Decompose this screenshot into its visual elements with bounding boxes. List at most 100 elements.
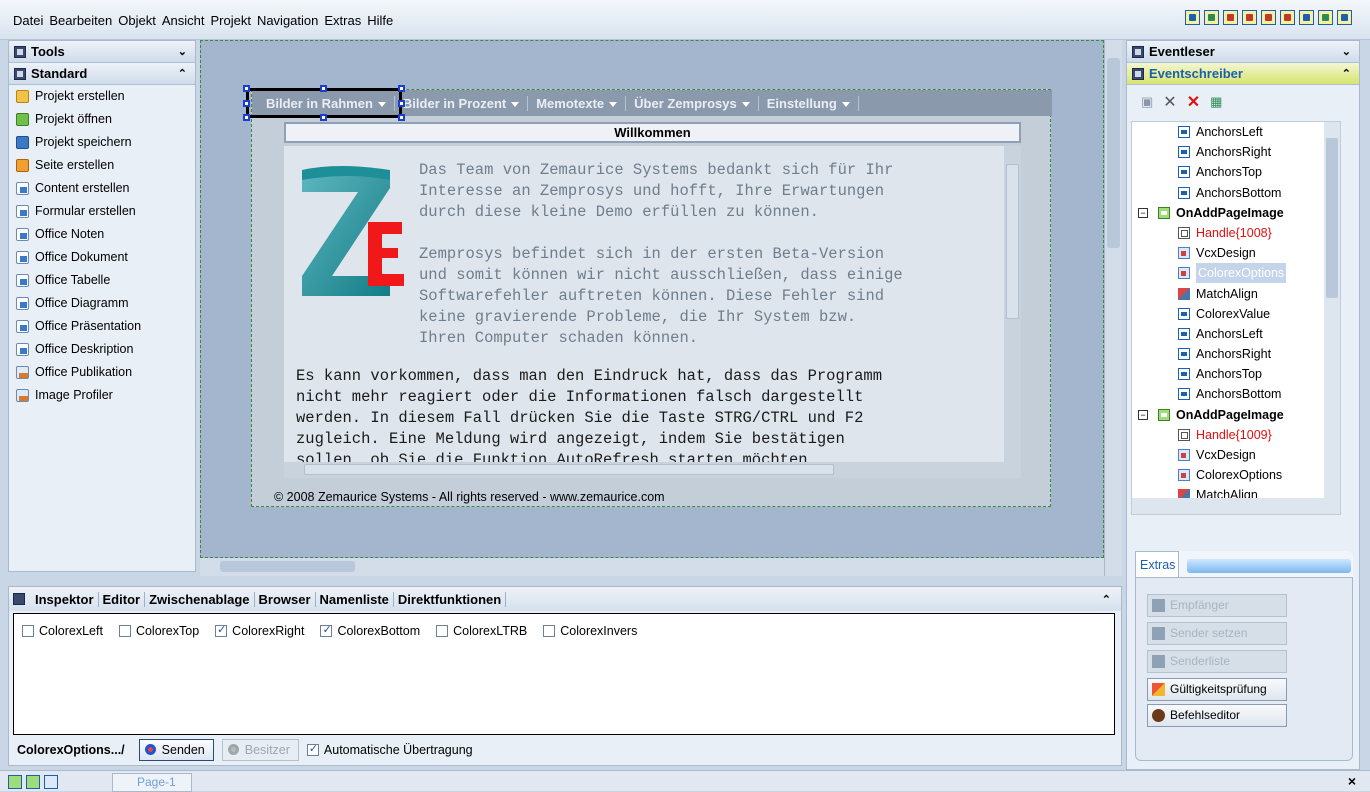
event-tree[interactable]: AnchorsLeft AnchorsRight AnchorsTop Anchors… bbox=[1131, 121, 1341, 515]
film-icon[interactable] bbox=[1299, 10, 1314, 25]
tool-projekt-speichern[interactable]: Projekt speichern bbox=[9, 131, 195, 154]
tree-property-node[interactable]: ColorexOptions bbox=[1132, 263, 1340, 284]
scroll-thumb[interactable] bbox=[1107, 58, 1120, 248]
chevron-up-icon[interactable]: ⌃ bbox=[178, 63, 187, 85]
canvas-vertical-scrollbar[interactable] bbox=[1104, 40, 1122, 576]
tool-office-praesentation[interactable]: Office Präsentation bbox=[9, 315, 195, 338]
tools-header[interactable]: Tools ⌄ bbox=[9, 41, 195, 63]
tool-seite-erstellen[interactable]: Seite erstellen bbox=[9, 154, 195, 177]
tab-inspektor[interactable]: Inspektor bbox=[31, 591, 99, 607]
empfaenger-button[interactable]: Empfänger bbox=[1147, 594, 1287, 617]
tool-image-profiler[interactable]: Image Profiler bbox=[9, 384, 195, 407]
menu-navigation[interactable]: Navigation bbox=[254, 13, 321, 28]
gueltigkeitspruefung-button[interactable]: Gültigkeitsprüfung bbox=[1147, 678, 1287, 701]
view-icon[interactable] bbox=[1185, 10, 1200, 25]
tree-horizontal-scrollbar[interactable] bbox=[1132, 498, 1340, 514]
tree-property-node[interactable]: Handle{1009} bbox=[1132, 425, 1340, 445]
resize-handle[interactable] bbox=[320, 114, 327, 121]
page-view-icon[interactable] bbox=[44, 775, 58, 789]
page-tab[interactable]: Page-1 bbox=[112, 773, 192, 792]
tool-office-noten[interactable]: Office Noten bbox=[9, 223, 195, 246]
help-icon[interactable] bbox=[1337, 10, 1352, 25]
resize-handle[interactable] bbox=[398, 100, 405, 107]
chevron-up-icon[interactable]: ⌃ bbox=[1342, 63, 1351, 85]
menu-ansicht[interactable]: Ansicht bbox=[159, 13, 208, 28]
nav-ueber-zemprosys[interactable]: Über Zemprosys bbox=[626, 95, 759, 111]
senden-button[interactable]: Senden bbox=[138, 739, 214, 761]
tool-content-erstellen[interactable]: Content erstellen bbox=[9, 177, 195, 200]
page-frame[interactable]: Bilder in Rahmen Bilder in Prozent Memot… bbox=[243, 85, 1052, 507]
tab-editor[interactable]: Editor bbox=[99, 591, 146, 607]
auto-transfer-checkbox[interactable]: Automatische Übertragung bbox=[306, 742, 473, 757]
tree-property-node[interactable]: VcxDesign bbox=[1132, 243, 1340, 263]
chevron-up-icon[interactable]: ⌃ bbox=[1102, 593, 1111, 606]
content-vertical-scrollbar[interactable] bbox=[1004, 146, 1021, 462]
resize-handle[interactable] bbox=[398, 85, 405, 92]
tab-direktfunktionen[interactable]: Direktfunktionen bbox=[394, 591, 507, 607]
check-mark-icon[interactable] bbox=[1318, 10, 1333, 25]
colorex-bottom-checkbox[interactable]: ColorexBottom bbox=[320, 623, 420, 638]
content-horizontal-scrollbar[interactable] bbox=[284, 462, 1021, 478]
tree-vertical-scrollbar[interactable] bbox=[1324, 122, 1340, 500]
report-icon[interactable] bbox=[1280, 10, 1295, 25]
tool-projekt-oeffnen[interactable]: Projekt öffnen bbox=[9, 108, 195, 131]
tree-property-node[interactable]: AnchorsRight bbox=[1132, 142, 1340, 162]
close-icon[interactable]: × bbox=[1348, 773, 1356, 789]
collapse-icon[interactable]: − bbox=[1138, 207, 1148, 218]
tab-namenliste[interactable]: Namenliste bbox=[316, 591, 394, 607]
tree-property-node[interactable]: VcxDesign bbox=[1132, 445, 1340, 465]
scroll-thumb[interactable] bbox=[304, 464, 834, 475]
nav-bilder-in-prozent[interactable]: Bilder in Prozent bbox=[395, 95, 529, 111]
tree-property-node[interactable]: ColorexOptions bbox=[1132, 465, 1340, 485]
colorex-ltrb-checkbox[interactable]: ColorexLTRB bbox=[436, 624, 527, 638]
tree-property-node[interactable]: AnchorsTop bbox=[1132, 364, 1340, 384]
menu-projekt[interactable]: Projekt bbox=[207, 13, 253, 28]
canvas-horizontal-scrollbar[interactable] bbox=[200, 558, 1104, 576]
colorex-left-checkbox[interactable]: ColorexLeft bbox=[22, 624, 103, 638]
nav-einstellung[interactable]: Einstellung bbox=[759, 95, 859, 111]
tree-event-node[interactable]: − OnAddPageImage bbox=[1132, 405, 1340, 425]
chevron-down-icon[interactable]: ⌄ bbox=[178, 41, 187, 63]
resize-handle[interactable] bbox=[243, 100, 250, 107]
delete-icon[interactable]: ✕ bbox=[1187, 92, 1200, 112]
befehlseditor-button[interactable]: Befehlseditor bbox=[1147, 704, 1287, 727]
tab-zwischenablage[interactable]: Zwischenablage bbox=[145, 591, 255, 607]
flag-icon[interactable] bbox=[1261, 10, 1276, 25]
resize-handle[interactable] bbox=[320, 85, 327, 92]
tool-office-deskription[interactable]: Office Deskription bbox=[9, 338, 195, 361]
sender-setzen-button[interactable]: Sender setzen bbox=[1147, 622, 1287, 645]
besitzer-button[interactable]: Besitzer bbox=[221, 739, 299, 761]
tool-office-tabelle[interactable]: Office Tabelle bbox=[9, 269, 195, 292]
tree-property-node[interactable]: AnchorsTop bbox=[1132, 162, 1340, 182]
tool-projekt-erstellen[interactable]: Projekt erstellen bbox=[9, 85, 195, 108]
copy-icon[interactable]: ▣ bbox=[1141, 94, 1153, 110]
menu-extras[interactable]: Extras bbox=[321, 13, 364, 28]
layout-icon[interactable] bbox=[1223, 10, 1238, 25]
tool-formular-erstellen[interactable]: Formular erstellen bbox=[9, 200, 195, 223]
target-icon[interactable] bbox=[1242, 10, 1257, 25]
design-canvas[interactable]: Bilder in Rahmen Bilder in Prozent Memot… bbox=[200, 40, 1104, 558]
selection-box[interactable] bbox=[243, 85, 405, 121]
cross-icon[interactable]: ✕ bbox=[1163, 92, 1176, 112]
senderliste-button[interactable]: Senderliste bbox=[1147, 650, 1287, 673]
resize-handle[interactable] bbox=[398, 114, 405, 121]
tool-office-publikation[interactable]: Office Publikation bbox=[9, 361, 195, 384]
tree-property-node[interactable]: AnchorsRight bbox=[1132, 344, 1340, 364]
colorex-right-checkbox[interactable]: ColorexRight bbox=[215, 623, 304, 638]
colorex-invers-checkbox[interactable]: ColorexInvers bbox=[543, 624, 637, 638]
tree-property-node[interactable]: MatchAlign bbox=[1132, 284, 1340, 304]
layout-icon[interactable] bbox=[26, 775, 40, 789]
tree-property-node[interactable]: AnchorsLeft bbox=[1132, 122, 1340, 142]
resize-handle[interactable] bbox=[243, 85, 250, 92]
scroll-thumb[interactable] bbox=[1326, 138, 1338, 298]
scroll-thumb[interactable] bbox=[220, 561, 355, 572]
scroll-thumb[interactable] bbox=[1006, 164, 1019, 319]
standard-header[interactable]: Standard ⌃ bbox=[9, 63, 195, 85]
resize-handle[interactable] bbox=[243, 114, 250, 121]
menu-bearbeiten[interactable]: Bearbeiten bbox=[46, 13, 115, 28]
nav-memotexte[interactable]: Memotexte bbox=[528, 95, 627, 111]
tool-office-diagramm[interactable]: Office Diagramm bbox=[9, 292, 195, 315]
eventschreiber-header[interactable]: Eventschreiber ⌃ bbox=[1127, 63, 1359, 85]
grid-icon[interactable] bbox=[8, 775, 22, 789]
menu-hilfe[interactable]: Hilfe bbox=[364, 13, 396, 28]
